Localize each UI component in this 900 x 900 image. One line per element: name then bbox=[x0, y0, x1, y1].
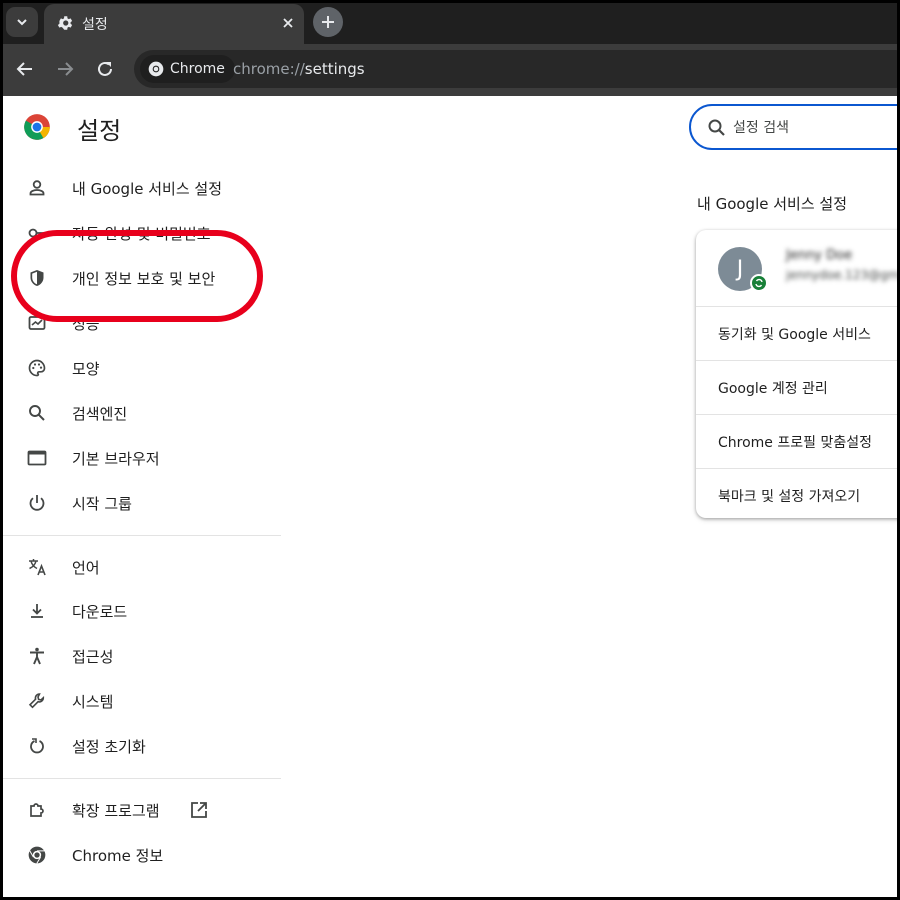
sidebar-item-system[interactable]: 시스템 bbox=[3, 681, 283, 721]
sync-services-row[interactable]: 동기화 및 Google 서비스 bbox=[696, 306, 897, 360]
sidebar-divider bbox=[3, 535, 281, 536]
tab-settings[interactable]: 설정 bbox=[44, 4, 304, 44]
sidebar-item-accessibility[interactable]: 접근성 bbox=[3, 636, 283, 676]
arrow-right-icon bbox=[58, 62, 74, 76]
sidebar-item-label: 시스템 bbox=[72, 693, 114, 711]
import-bookmarks-row[interactable]: 북마크 및 설정 가져오기 bbox=[696, 468, 897, 522]
sidebar-item-label: 기본 브라우저 bbox=[72, 450, 160, 468]
google-services-card: J Jenny Doe jennydoe.123@gmail.com 동기화 및… bbox=[696, 230, 897, 518]
sidebar-item-search-engine[interactable]: 검색엔진 bbox=[3, 393, 283, 433]
highlight-circle bbox=[11, 230, 263, 322]
chrome-logo-icon bbox=[24, 114, 50, 140]
sidebar-item-default-browser[interactable]: 기본 브라우저 bbox=[3, 438, 283, 478]
chevron-down-icon bbox=[17, 19, 27, 26]
browser-window: 설정 Chrome chrome://settings 설정 설정 검색 내 G… bbox=[3, 3, 897, 897]
close-icon bbox=[283, 18, 293, 28]
url-text: chrome://settings bbox=[233, 60, 365, 78]
sidebar-item-on-startup[interactable]: 시작 그룹 bbox=[3, 483, 283, 523]
reset-icon bbox=[30, 738, 44, 754]
search-icon bbox=[708, 119, 725, 136]
sidebar-item-label: 설정 초기화 bbox=[72, 738, 146, 756]
open-external-icon bbox=[191, 802, 207, 818]
forward-button[interactable] bbox=[53, 57, 77, 81]
sidebar-item-label: Chrome 정보 bbox=[72, 847, 164, 865]
sync-badge-icon bbox=[750, 274, 768, 292]
search-input[interactable] bbox=[731, 117, 897, 139]
sidebar-item-google-services[interactable]: 내 Google 서비스 설정 bbox=[3, 168, 283, 208]
account-email: jennydoe.123@gmail.com bbox=[786, 268, 897, 282]
tab-title: 설정 bbox=[82, 17, 108, 33]
plus-icon bbox=[322, 16, 334, 28]
site-info-chip[interactable]: Chrome bbox=[140, 55, 235, 83]
sidebar-item-about-chrome[interactable]: Chrome 정보 bbox=[3, 835, 283, 875]
palette-icon bbox=[28, 359, 46, 377]
search-icon bbox=[29, 405, 45, 421]
sidebar-item-label: 모양 bbox=[72, 360, 100, 378]
reload-icon bbox=[98, 61, 112, 76]
translate-icon bbox=[29, 559, 46, 576]
sidebar-item-label: 내 Google 서비스 설정 bbox=[72, 180, 223, 198]
sidebar-divider bbox=[3, 778, 281, 779]
person-icon bbox=[29, 180, 45, 196]
extension-icon bbox=[30, 803, 44, 817]
address-bar[interactable]: Chrome chrome://settings bbox=[134, 50, 897, 88]
sidebar-item-reset[interactable]: 설정 초기화 bbox=[3, 726, 283, 766]
site-chip-label: Chrome bbox=[170, 61, 225, 77]
new-tab-button[interactable] bbox=[313, 7, 343, 37]
page-title: 설정 bbox=[77, 117, 122, 145]
tab-search-button[interactable] bbox=[6, 7, 38, 37]
sidebar-item-label: 접근성 bbox=[72, 648, 114, 666]
sidebar-item-label: 검색엔진 bbox=[72, 405, 128, 423]
wrench-icon bbox=[28, 693, 45, 709]
toolbar: Chrome chrome://settings bbox=[3, 44, 897, 96]
download-icon bbox=[31, 604, 43, 618]
account-name: Jenny Doe bbox=[786, 248, 853, 263]
sidebar-item-label: 시작 그룹 bbox=[72, 495, 132, 513]
chrome-icon bbox=[28, 846, 46, 864]
chrome-icon bbox=[148, 61, 164, 77]
sidebar-item-label: 확장 프로그램 bbox=[72, 802, 160, 820]
accessibility-icon bbox=[30, 647, 44, 665]
arrow-left-icon bbox=[16, 62, 32, 76]
gear-icon bbox=[57, 16, 73, 30]
manage-account-row[interactable]: Google 계정 관리 bbox=[696, 360, 897, 414]
section-title: 내 Google 서비스 설정 bbox=[697, 195, 848, 213]
browser-window-icon bbox=[27, 450, 47, 466]
tab-close-button[interactable] bbox=[277, 12, 299, 34]
back-button[interactable] bbox=[13, 57, 37, 81]
sidebar-item-appearance[interactable]: 모양 bbox=[3, 348, 283, 388]
power-icon bbox=[29, 495, 45, 511]
sidebar-item-languages[interactable]: 언어 bbox=[3, 547, 283, 587]
tab-strip: 설정 bbox=[3, 3, 897, 44]
sidebar-item-extensions[interactable]: 확장 프로그램 bbox=[3, 790, 283, 830]
sidebar-item-downloads[interactable]: 다운로드 bbox=[3, 591, 283, 631]
reload-button[interactable] bbox=[93, 57, 117, 81]
customize-profile-row[interactable]: Chrome 프로필 맞춤설정 bbox=[696, 414, 897, 468]
sidebar-item-label: 다운로드 bbox=[72, 603, 128, 621]
sidebar-item-label: 언어 bbox=[72, 559, 100, 577]
settings-search[interactable] bbox=[689, 104, 897, 150]
